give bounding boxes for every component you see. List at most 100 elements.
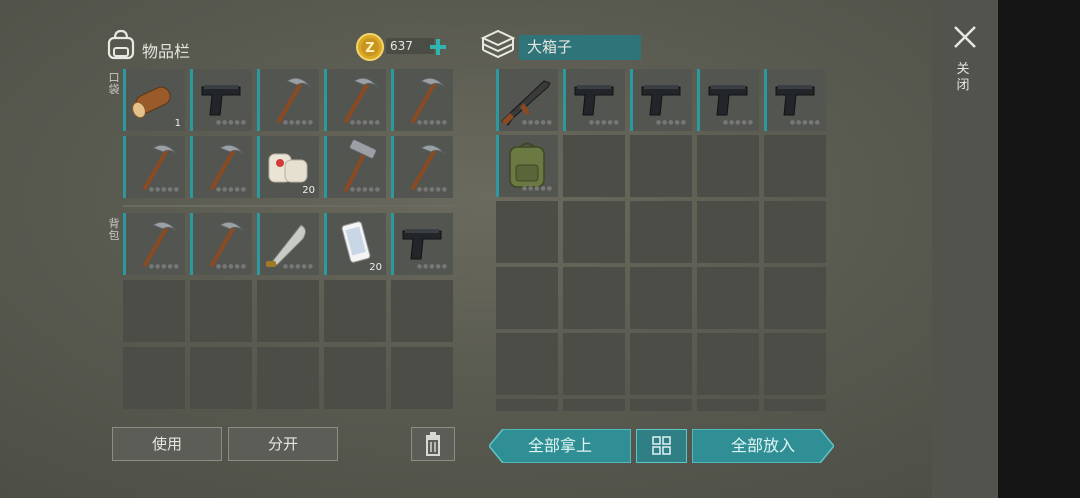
inventory.pocket_items-slot-pistol[interactable]: ●●●●● — [190, 69, 252, 131]
inventory.pocket_items-slot-hammer[interactable]: ●●●●● — [324, 136, 386, 198]
inventory.backpack_items-slot-empty[interactable] — [324, 347, 386, 409]
inventory.backpack_items-slot-empty[interactable] — [391, 280, 453, 342]
chest.items-slot-empty[interactable] — [764, 135, 826, 197]
chest.items-slot-pistol[interactable]: ●●●●● — [697, 69, 759, 131]
chest.items-slot-empty[interactable] — [563, 333, 625, 395]
inventory.backpack_items-slot-smartphone[interactable]: 20 — [324, 213, 386, 275]
chest.items-slot-empty[interactable] — [563, 135, 625, 197]
chest.items-slot-empty[interactable] — [764, 399, 826, 411]
chest-title: 大箱子 — [519, 35, 641, 60]
backpack-label: 背包 — [108, 217, 120, 242]
put-all-label: 全部放入 — [730, 436, 795, 455]
quality-dots: ●●●●● — [521, 119, 553, 126]
inventory.backpack_items-slot-empty[interactable] — [190, 280, 252, 342]
inventory.backpack_items-slot-pickaxe[interactable]: ●●●●● — [123, 213, 185, 275]
quality-dots: ●●●●● — [215, 119, 247, 126]
chest.items-slot-backpack[interactable]: ●●●●● — [496, 135, 558, 197]
inventory.pocket_items-slot-pickaxe[interactable]: ●●●●● — [324, 69, 386, 131]
chest.items-slot-empty[interactable] — [697, 201, 759, 263]
quality-dots: ●●●●● — [789, 119, 821, 126]
inventory.backpack_items-slot-empty[interactable] — [123, 280, 185, 342]
chest.items-slot-empty[interactable] — [563, 399, 625, 411]
item-count: 20 — [302, 185, 315, 196]
chest.items-slot-empty[interactable] — [697, 135, 759, 197]
chest.items-slot-empty[interactable] — [764, 267, 826, 329]
chest.items-slot-empty[interactable] — [697, 267, 759, 329]
inventory.backpack_items-slot-pistol[interactable]: ●●●●● — [391, 213, 453, 275]
chest.items-slot-empty[interactable] — [496, 267, 558, 329]
pocket-label: 口袋 — [108, 71, 120, 96]
chest.items-slot-empty[interactable] — [563, 201, 625, 263]
add-coins-button[interactable] — [428, 37, 448, 57]
inventory-title: 物品栏 — [142, 42, 191, 61]
inventory.pocket_items-slot-bandage[interactable]: 20 — [257, 136, 319, 198]
sort-button[interactable] — [636, 429, 687, 463]
use-button[interactable]: 使用 — [112, 427, 222, 461]
inventory.backpack_items-slot-empty[interactable] — [391, 347, 453, 409]
chest.items-slot-pistol[interactable]: ●●●●● — [630, 69, 692, 131]
quality-dots: ●●●●● — [349, 119, 381, 126]
inventory.backpack_items-slot-pickaxe[interactable]: ●●●●● — [190, 213, 252, 275]
chest.items-slot-empty[interactable] — [496, 399, 558, 411]
chest.items-slot-empty[interactable] — [630, 201, 692, 263]
chest.items-slot-empty[interactable] — [630, 135, 692, 197]
coin-symbol: Z — [365, 41, 374, 56]
inventory.pocket_items-slot-pickaxe[interactable]: ●●●●● — [190, 136, 252, 198]
chest-icon — [480, 29, 516, 59]
close-icon[interactable] — [952, 24, 978, 50]
grid-icon — [652, 436, 671, 455]
quality-dots: ●●●●● — [148, 263, 180, 270]
chest.items-slot-rifle[interactable]: ●●●●● — [496, 69, 558, 131]
chest.items-slot-pistol[interactable]: ●●●●● — [563, 69, 625, 131]
quality-dots: ●●●●● — [416, 186, 448, 193]
put-all-button[interactable]: 全部放入 — [692, 429, 834, 463]
inventory.pocket_items-slot-pickaxe[interactable]: ●●●●● — [257, 69, 319, 131]
chest.items-slot-empty[interactable] — [764, 333, 826, 395]
inventory.pocket_items-slot-pickaxe[interactable]: ●●●●● — [391, 69, 453, 131]
backpack-icon — [107, 29, 135, 60]
coin-icon: Z — [356, 33, 384, 61]
inventory.backpack_items-slot-machete[interactable]: ●●●●● — [257, 213, 319, 275]
take-all-button[interactable]: 全部拿上 — [489, 429, 631, 463]
quality-dots: ●●●●● — [148, 186, 180, 193]
quality-dots: ●●●●● — [521, 185, 553, 192]
inventory.pocket_items-slot-wood-log[interactable]: 1 — [123, 69, 185, 131]
inventory.pocket_items-slot-pickaxe[interactable]: ●●●●● — [391, 136, 453, 198]
inventory.backpack_items-slot-empty[interactable] — [123, 347, 185, 409]
screen-edge — [998, 0, 1080, 498]
take-all-label: 全部拿上 — [527, 436, 592, 455]
split-button[interactable]: 分开 — [228, 427, 338, 461]
chest.items-slot-pistol[interactable]: ●●●●● — [764, 69, 826, 131]
quality-dots: ●●●●● — [722, 119, 754, 126]
chest.items-slot-empty[interactable] — [764, 201, 826, 263]
quality-dots: ●●●●● — [282, 119, 314, 126]
item-count: 20 — [369, 262, 382, 273]
close-label[interactable]: 关闭 — [955, 62, 971, 94]
chest.items-slot-empty[interactable] — [496, 201, 558, 263]
chest.items-slot-empty[interactable] — [630, 333, 692, 395]
quality-dots: ●●●●● — [588, 119, 620, 126]
chest.items-slot-empty[interactable] — [697, 333, 759, 395]
quality-dots: ●●●●● — [416, 119, 448, 126]
coin-count: 637 — [386, 38, 434, 54]
quality-dots: ●●●●● — [349, 186, 381, 193]
chest.items-slot-empty[interactable] — [697, 399, 759, 411]
chest.items-slot-empty[interactable] — [563, 267, 625, 329]
trash-icon — [426, 432, 440, 456]
quality-dots: ●●●●● — [416, 263, 448, 270]
inventory.backpack_items-slot-empty[interactable] — [324, 280, 386, 342]
trash-button[interactable] — [411, 427, 455, 461]
quality-dots: ●●●●● — [215, 186, 247, 193]
chest.items-slot-empty[interactable] — [630, 399, 692, 411]
inventory.backpack_items-slot-empty[interactable] — [257, 280, 319, 342]
section-divider — [123, 205, 455, 207]
inventory.pocket_items-slot-pickaxe[interactable]: ●●●●● — [123, 136, 185, 198]
item-count: 1 — [174, 118, 181, 129]
quality-dots: ●●●●● — [655, 119, 687, 126]
chest.items-slot-empty[interactable] — [496, 333, 558, 395]
inventory.backpack_items-slot-empty[interactable] — [190, 347, 252, 409]
inventory.backpack_items-slot-empty[interactable] — [257, 347, 319, 409]
quality-dots: ●●●●● — [215, 263, 247, 270]
quality-dots: ●●●●● — [282, 263, 314, 270]
chest.items-slot-empty[interactable] — [630, 267, 692, 329]
